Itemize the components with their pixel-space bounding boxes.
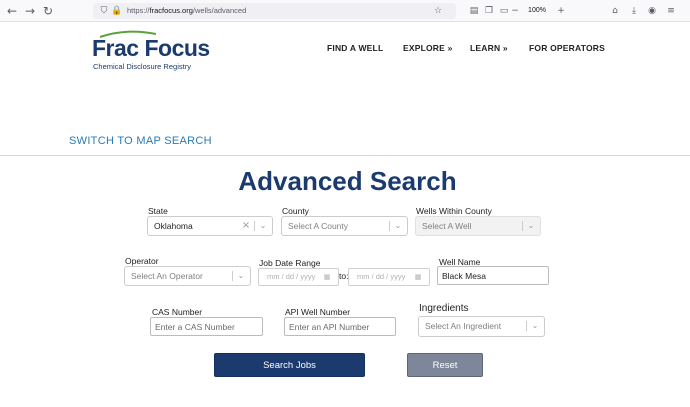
menu-icon[interactable]: ≡ bbox=[664, 3, 678, 19]
zoom-level[interactable]: 100% bbox=[520, 3, 554, 19]
nav-learn[interactable]: LEARN » bbox=[470, 42, 508, 54]
well-name-input[interactable] bbox=[437, 266, 549, 285]
api-well-number-input[interactable] bbox=[284, 317, 396, 336]
wells-within-county-label: Wells Within County bbox=[416, 206, 492, 216]
ingredients-select[interactable]: Select An Ingredient ⌄ bbox=[418, 316, 545, 337]
url-bar[interactable]: ⛉ 🔒 https://fracfocus.org/wells/advanced… bbox=[93, 3, 456, 19]
wells-within-county-select[interactable]: Select A Well ⌄ bbox=[415, 216, 541, 236]
pocket-icon[interactable]: ⌂ bbox=[608, 3, 622, 19]
divider bbox=[0, 155, 690, 156]
shield-icon[interactable]: ⛉ bbox=[98, 3, 110, 19]
select-separator bbox=[254, 221, 255, 231]
county-label: County bbox=[282, 206, 309, 216]
calendar-icon[interactable]: ▦ bbox=[321, 269, 333, 285]
ingredients-placeholder: Select An Ingredient bbox=[425, 321, 502, 331]
chevron-down-icon[interactable]: ⌄ bbox=[234, 267, 248, 285]
state-value: Oklahoma bbox=[154, 221, 193, 231]
nav-for-operators[interactable]: FOR OPERATORS bbox=[529, 42, 605, 54]
chevron-down-icon[interactable]: ⌄ bbox=[524, 217, 538, 235]
zoom-in-icon[interactable]: + bbox=[554, 3, 568, 19]
reload-icon[interactable]: ↻ bbox=[40, 3, 56, 19]
lock-icon[interactable]: 🔒 bbox=[111, 3, 123, 19]
bookmark-star-icon[interactable]: ☆ bbox=[432, 3, 444, 19]
reader-view-icon[interactable]: ▤ bbox=[467, 3, 481, 19]
job-date-to-input[interactable]: mm / dd / yyyy ▦ bbox=[348, 268, 430, 286]
job-date-from-input[interactable]: mm / dd / yyyy ▦ bbox=[258, 268, 339, 286]
download-icon[interactable]: ⤓ bbox=[627, 3, 641, 19]
state-label: State bbox=[148, 206, 168, 216]
date-placeholder: mm / dd / yyyy bbox=[267, 272, 316, 281]
clear-icon[interactable]: × bbox=[241, 217, 251, 235]
calendar-icon[interactable]: ▦ bbox=[412, 269, 424, 285]
select-separator bbox=[389, 221, 390, 231]
chevron-down-icon[interactable]: ⌄ bbox=[528, 317, 542, 335]
county-placeholder: Select A County bbox=[288, 221, 349, 231]
extensions-icon[interactable]: ❐ bbox=[482, 3, 496, 19]
nav-find-a-well[interactable]: FIND A WELL bbox=[327, 42, 383, 54]
chevron-down-icon[interactable]: ⌄ bbox=[391, 217, 405, 235]
switch-to-map-search-link[interactable]: SWITCH TO MAP SEARCH bbox=[69, 134, 212, 148]
select-separator bbox=[522, 221, 523, 231]
chevron-down-icon[interactable]: ⌄ bbox=[256, 217, 270, 235]
date-placeholder: mm / dd / yyyy bbox=[357, 272, 406, 281]
cas-number-label: CAS Number bbox=[152, 307, 203, 317]
browser-toolbar: ← → ↻ ⛉ 🔒 https://fracfocus.org/wells/ad… bbox=[0, 0, 690, 22]
logo-text: Frac Focus bbox=[92, 35, 210, 61]
wells-placeholder: Select A Well bbox=[422, 221, 472, 231]
operator-select[interactable]: Select An Operator ⌄ bbox=[124, 266, 251, 286]
reset-button[interactable]: Reset bbox=[407, 353, 483, 377]
back-icon[interactable]: ← bbox=[4, 3, 20, 19]
cas-number-input[interactable] bbox=[150, 317, 263, 336]
state-select[interactable]: Oklahoma × ⌄ bbox=[147, 216, 273, 236]
ingredients-label: Ingredients bbox=[419, 303, 469, 314]
profile-icon[interactable]: ◉ bbox=[645, 3, 659, 19]
api-well-number-label: API Well Number bbox=[285, 307, 351, 317]
forward-icon[interactable]: → bbox=[22, 3, 38, 19]
page-title: Advanced Search bbox=[238, 166, 457, 196]
logo-subtitle: Chemical Disclosure Registry bbox=[93, 62, 191, 71]
operator-placeholder: Select An Operator bbox=[131, 271, 203, 281]
county-select[interactable]: Select A County ⌄ bbox=[281, 216, 408, 236]
search-jobs-button[interactable]: Search Jobs bbox=[214, 353, 365, 377]
select-separator bbox=[232, 271, 233, 281]
url-text[interactable]: https://fracfocus.org/wells/advanced bbox=[127, 3, 246, 19]
job-date-range-label: Job Date Range bbox=[259, 258, 321, 268]
operator-label: Operator bbox=[125, 256, 159, 266]
nav-explore[interactable]: EXPLORE » bbox=[403, 42, 453, 54]
site-logo[interactable]: Frac Focus Chemical Disclosure Registry bbox=[92, 30, 210, 72]
select-separator bbox=[526, 321, 527, 331]
